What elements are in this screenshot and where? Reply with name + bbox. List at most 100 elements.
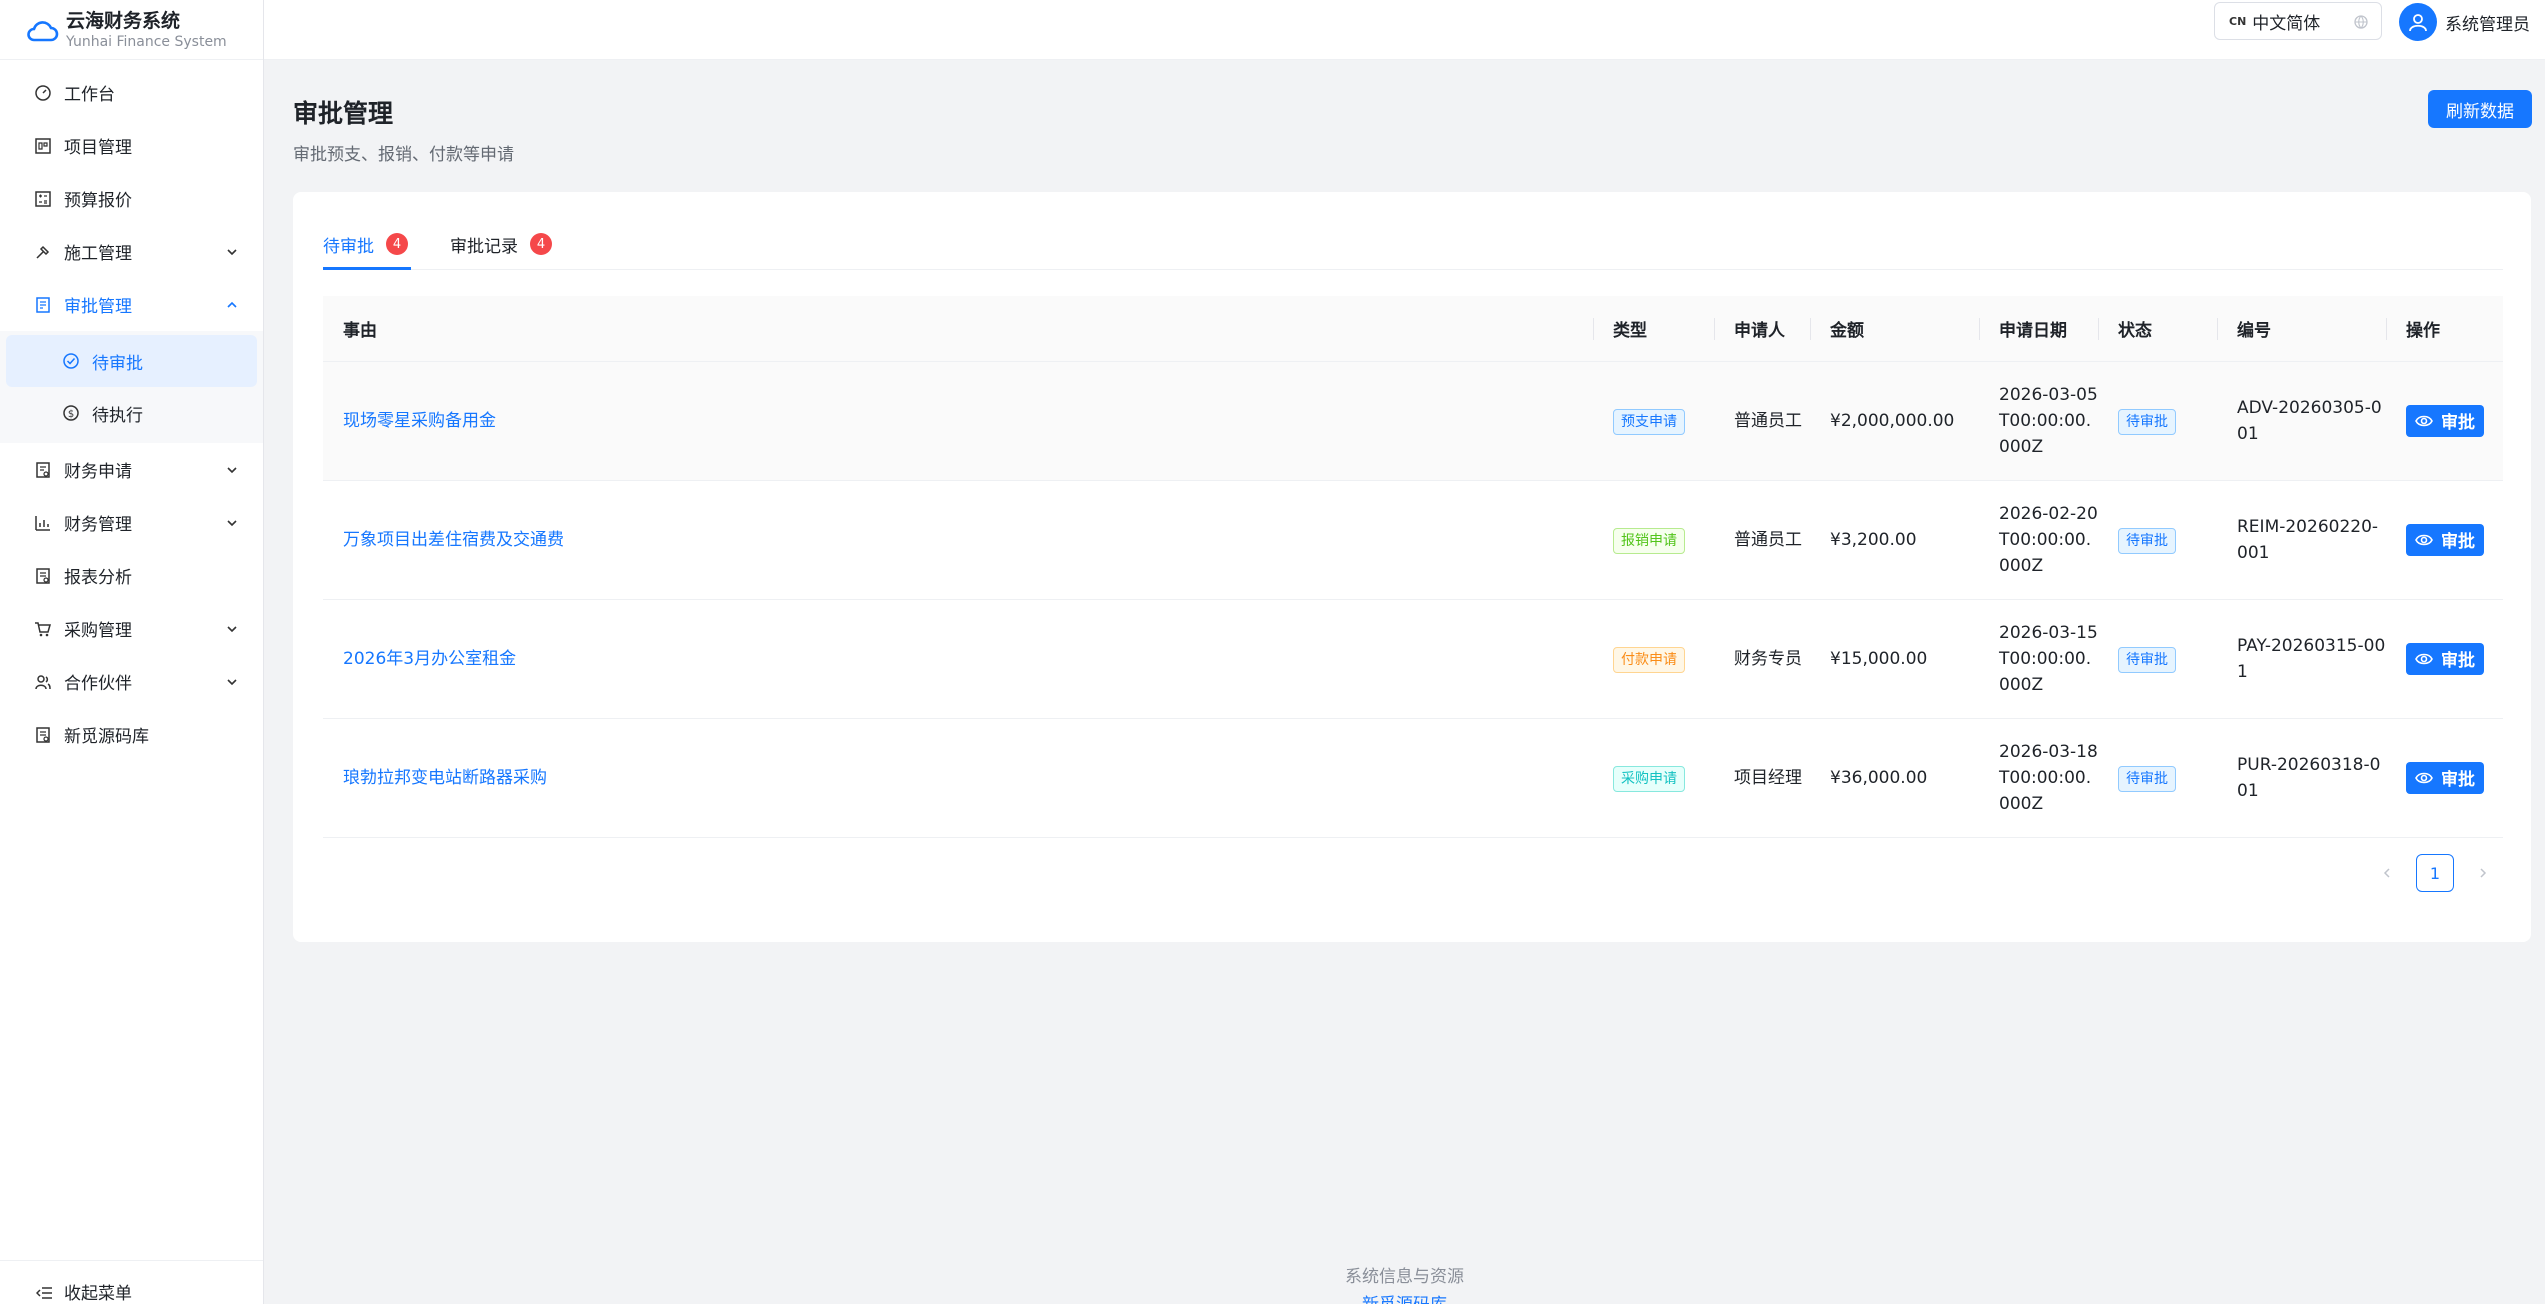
amount: ¥15,000.00 bbox=[1830, 649, 1928, 669]
menu-label: 采购管理 bbox=[64, 621, 132, 641]
table-header: 事由 类型 申请人 金额 申请日期 状态 编号 操作 bbox=[323, 296, 2503, 362]
eye-icon bbox=[2415, 769, 2433, 787]
reason-link[interactable]: 琅勃拉邦变电站断路器采购 bbox=[343, 768, 547, 788]
menu-item-finance-manage[interactable]: 财务管理 bbox=[0, 496, 263, 549]
sidebar: 云海财务系统 Yunhai Finance System 工作台 项目管理 预算… bbox=[0, 0, 264, 1304]
report-icon bbox=[34, 567, 52, 585]
users-icon bbox=[34, 673, 52, 691]
tab-pending[interactable]: 待审批 4 bbox=[323, 232, 411, 270]
next-page-button[interactable] bbox=[2464, 854, 2502, 892]
approve-label: 审批 bbox=[2441, 532, 2475, 552]
approve-button[interactable]: 审批 bbox=[2406, 404, 2484, 437]
dashboard-icon bbox=[34, 84, 52, 102]
menu-item-finance-apply[interactable]: 财务申请 bbox=[0, 443, 263, 496]
menu-item-projects[interactable]: 项目管理 bbox=[0, 119, 263, 172]
type-tag: 付款申请 bbox=[1613, 646, 1685, 673]
apply-date: 2026-03-05T00:00:00.000Z bbox=[1999, 385, 2098, 457]
request-code: PAY-20260315-001 bbox=[2237, 636, 2386, 682]
menu-label: 施工管理 bbox=[64, 244, 132, 264]
applicant: 财务专员 bbox=[1734, 649, 1802, 669]
column-header: 事由 bbox=[343, 321, 377, 341]
footer-info: 系统信息与资源 bbox=[1345, 1267, 1464, 1287]
hammer-icon bbox=[34, 243, 52, 261]
approve-label: 审批 bbox=[2441, 651, 2475, 671]
library-icon bbox=[34, 726, 52, 744]
tabs: 待审批 4 审批记录 4 bbox=[323, 232, 2503, 270]
menu-item-pending[interactable]: 待审批 bbox=[6, 335, 257, 387]
lang-label: 中文简体 bbox=[2252, 13, 2321, 34]
language-select[interactable]: CN 中文简体 bbox=[2214, 2, 2382, 40]
status-badge: 待审批 bbox=[2118, 646, 2176, 673]
status-badge: 待审批 bbox=[2118, 765, 2176, 792]
menu-label: 预算报价 bbox=[64, 191, 132, 211]
eye-icon bbox=[2415, 531, 2433, 549]
menu-label: 财务申请 bbox=[64, 462, 132, 482]
main-menu: 工作台 项目管理 预算报价 施工管理 审批管理 待审批 $ 待执行 财务申请 财… bbox=[0, 60, 263, 761]
user-icon bbox=[2409, 14, 2427, 32]
avatar bbox=[2399, 3, 2437, 41]
chevron-down-icon bbox=[225, 516, 239, 530]
applicant: 普通员工 bbox=[1734, 530, 1802, 550]
chevron-left-icon bbox=[2383, 868, 2390, 878]
user-menu[interactable]: 系统管理员 bbox=[2399, 2, 2530, 42]
form-icon bbox=[34, 461, 52, 479]
cloud-logo-icon bbox=[27, 20, 59, 41]
menu-item-purchase[interactable]: 采购管理 bbox=[0, 602, 263, 655]
amount: ¥3,200.00 bbox=[1830, 530, 1917, 550]
type-tag: 报销申请 bbox=[1613, 527, 1685, 554]
page-title: 审批管理 bbox=[293, 99, 394, 128]
menu-item-to-execute[interactable]: $ 待执行 bbox=[6, 387, 257, 439]
request-code: ADV-20260305-001 bbox=[2237, 398, 2382, 444]
collapse-label: 收起菜单 bbox=[64, 1284, 132, 1304]
reason-link[interactable]: 现场零星采购备用金 bbox=[343, 411, 496, 431]
column-header: 状态 bbox=[2098, 296, 2217, 362]
menu-item-partners[interactable]: 合作伙伴 bbox=[0, 655, 263, 708]
top-header: CN 中文简体 系统管理员 bbox=[264, 0, 2545, 60]
amount: ¥2,000,000.00 bbox=[1830, 411, 1955, 431]
menu-item-source-lib[interactable]: 新觅源码库 bbox=[0, 708, 263, 761]
request-code: REIM-20260220-001 bbox=[2237, 517, 2379, 563]
menu-label: 新觅源码库 bbox=[64, 727, 149, 747]
menu-item-reports[interactable]: 报表分析 bbox=[0, 549, 263, 602]
applicant: 项目经理 bbox=[1734, 768, 1802, 788]
collapse-menu-button[interactable]: 收起菜单 bbox=[0, 1260, 263, 1304]
table-row: 现场零星采购备用金 预支申请 普通员工 ¥2,000,000.00 2026-0… bbox=[323, 362, 2503, 481]
chevron-down-icon bbox=[225, 463, 239, 477]
tab-label: 待审批 bbox=[323, 237, 374, 257]
menu-item-approval[interactable]: 审批管理 bbox=[0, 278, 263, 331]
menu-label: 报表分析 bbox=[64, 568, 132, 588]
footer-link[interactable]: 新觅源码库 bbox=[264, 1290, 2545, 1304]
menu-item-workbench[interactable]: 工作台 bbox=[0, 66, 263, 119]
menu-label: 待执行 bbox=[92, 405, 143, 426]
tab-records[interactable]: 审批记录 4 bbox=[450, 232, 552, 270]
approval-table: 事由 类型 申请人 金额 申请日期 状态 编号 操作 现场零星采购备用金 预支申… bbox=[323, 296, 2503, 838]
menu-label: 审批管理 bbox=[64, 297, 132, 317]
applicant: 普通员工 bbox=[1734, 411, 1802, 431]
pagination: 1 bbox=[2368, 854, 2502, 892]
tab-label: 审批记录 bbox=[450, 237, 518, 257]
status-badge: 待审批 bbox=[2118, 527, 2176, 554]
dollar-circle-icon: $ bbox=[62, 404, 80, 422]
brand-title: 云海财务系统 bbox=[66, 9, 181, 32]
menu-label: 合作伙伴 bbox=[64, 674, 132, 694]
page-number[interactable]: 1 bbox=[2416, 854, 2454, 892]
svg-text:$: $ bbox=[68, 409, 74, 420]
table-row: 琅勃拉邦变电站断路器采购 采购申请 项目经理 ¥36,000.00 2026-0… bbox=[323, 719, 2503, 838]
menu-item-budget[interactable]: 预算报价 bbox=[0, 172, 263, 225]
menu-item-construction[interactable]: 施工管理 bbox=[0, 225, 263, 278]
column-header: 编号 bbox=[2217, 296, 2386, 362]
reason-link[interactable]: 万象项目出差住宿费及交通费 bbox=[343, 530, 564, 550]
refresh-button[interactable]: 刷新数据 bbox=[2428, 90, 2532, 128]
apply-date: 2026-02-20T00:00:00.000Z bbox=[1999, 504, 2098, 576]
bar-chart-icon bbox=[34, 514, 52, 532]
column-header: 申请日期 bbox=[1979, 296, 2098, 362]
reason-link[interactable]: 2026年3月办公室租金 bbox=[343, 649, 516, 669]
approve-button[interactable]: 审批 bbox=[2406, 523, 2484, 556]
menu-label: 待审批 bbox=[92, 353, 143, 374]
prev-page-button[interactable] bbox=[2368, 854, 2406, 892]
lang-flag: CN bbox=[2229, 14, 2247, 28]
approval-submenu: 待审批 $ 待执行 bbox=[0, 331, 263, 443]
approve-button[interactable]: 审批 bbox=[2406, 642, 2484, 675]
approve-label: 审批 bbox=[2441, 413, 2475, 433]
approve-button[interactable]: 审批 bbox=[2406, 761, 2484, 794]
